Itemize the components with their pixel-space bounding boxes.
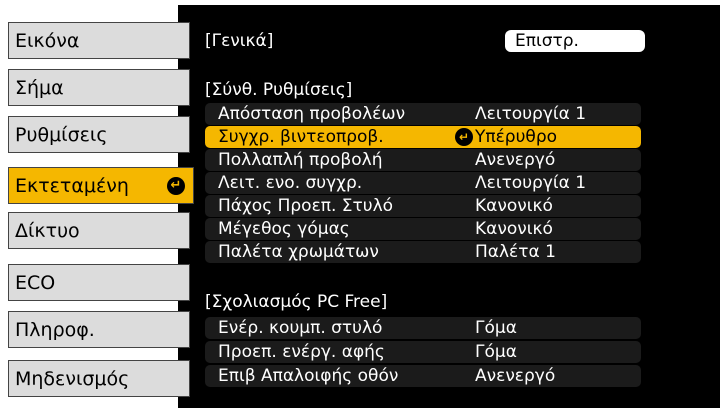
sidebar-item-extended[interactable]: Εκτεταμένη ↵ [8,167,194,204]
setting-label: Συγχρ. βιντεοπροβ. [218,127,384,147]
setting-value: Κανονικό [475,196,553,216]
setting-value: Ανενεργό [475,150,556,170]
setting-label: Λειτ. ενο. συγχρ. [218,173,363,193]
sidebar-item-reset[interactable]: Μηδενισμός [8,360,190,397]
enter-icon: ↵ [455,128,473,146]
section-title-composite: [Σύνθ. Ρυθμίσεις] [205,80,353,100]
back-button[interactable]: Επιστρ. [505,30,645,52]
section-title-pcfree: [Σχολιασμός PC Free] [205,292,388,312]
setting-row[interactable]: Απόσταση προβολέων Λειτουργία 1 [205,103,641,125]
setting-row[interactable]: Μέγεθος γόμας Κανονικό [205,218,641,240]
setting-label: Απόσταση προβολέων [218,104,406,124]
setting-value: Κανονικό [475,219,553,239]
sidebar-item-label: ECO [15,271,56,294]
sidebar-item-label: Δίκτυο [15,219,80,242]
setting-row[interactable]: Προεπ. ενέργ. αφής Γόμα [205,341,641,363]
setting-value: Γόμα [475,318,517,338]
sidebar-item-signal[interactable]: Σήμα [8,69,190,106]
sidebar-item-label: Πληροφ. [15,318,95,341]
setting-label: Πολλαπλή προβολή [218,150,383,170]
setting-label: Ενέρ. κουμπ. στυλό [218,318,383,338]
setting-row[interactable]: Ενέρ. κουμπ. στυλό Γόμα [205,317,641,339]
setting-row[interactable]: Πολλαπλή προβολή Ανενεργό [205,149,641,171]
setting-row[interactable]: Πάχος Προεπ. Στυλό Κανονικό [205,195,641,217]
setting-label: Μέγεθος γόμας [218,219,350,239]
sidebar-item-network[interactable]: Δίκτυο [8,212,190,249]
sidebar-item-label: Εκτεταμένη [15,174,129,197]
setting-value: Λειτουργία 1 [475,104,587,124]
sidebar-item-label: Μηδενισμός [15,367,130,390]
sidebar-item-label: Ρυθμίσεις [15,123,108,146]
setting-row[interactable]: Επιβ Απαλοιφής οθόν Ανενεργό [205,365,641,387]
setting-value: Υπέρυθρο [475,127,558,147]
sidebar-item-info[interactable]: Πληροφ. [8,311,190,348]
setting-value: Παλέτα 1 [475,242,556,262]
sidebar-item-label: Σήμα [15,76,64,99]
setting-value: Λειτουργία 1 [475,173,587,193]
setting-value: Ανενεργό [475,366,556,386]
setting-label: Παλέτα χρωμάτων [218,242,379,262]
setting-row[interactable]: Λειτ. ενο. συγχρ. Λειτουργία 1 [205,172,641,194]
setting-row-selected[interactable]: Συγχρ. βιντεοπροβ. ↵ Υπέρυθρο [205,126,641,148]
enter-icon: ↵ [167,176,185,195]
setting-value: Γόμα [475,342,517,362]
general-label: [Γενικά] [205,31,274,51]
setting-row[interactable]: Παλέτα χρωμάτων Παλέτα 1 [205,241,641,263]
setting-label: Επιβ Απαλοιφής οθόν [218,366,399,386]
sidebar-item-image[interactable]: Εικόνα [8,22,190,59]
setting-label: Προεπ. ενέργ. αφής [218,342,385,362]
sidebar-item-eco[interactable]: ECO [8,264,190,301]
sidebar-item-label: Εικόνα [15,29,80,52]
setting-label: Πάχος Προεπ. Στυλό [218,196,394,216]
sidebar-item-settings[interactable]: Ρυθμίσεις [8,116,190,153]
menu-frame: Εικόνα Σήμα Ρυθμίσεις Εκτεταμένη ↵ Δίκτυ… [0,0,720,408]
